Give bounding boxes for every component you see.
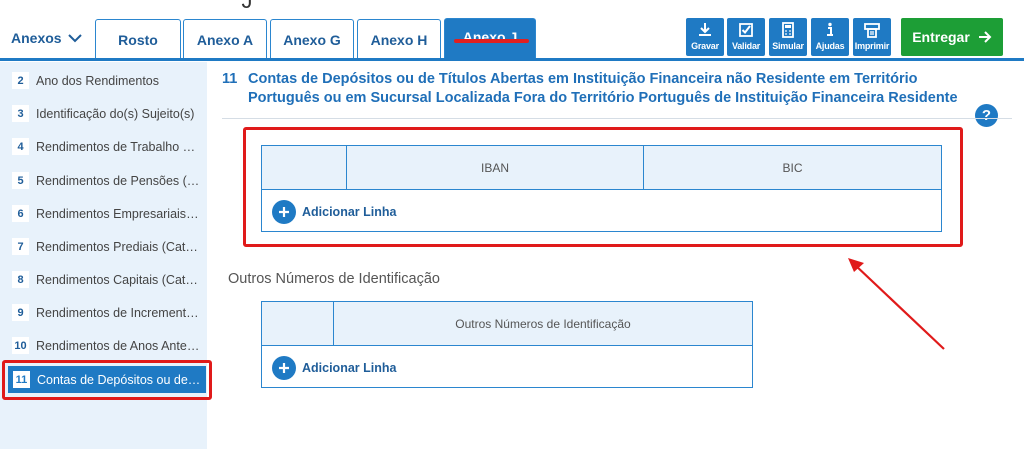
sidebar-item-label: Rendimentos de Anos Anteriores — [36, 338, 201, 353]
tab-anexo-g[interactable]: Anexo G — [270, 19, 354, 59]
sidebar-item-anos-anteriores[interactable]: 10 Rendimentos de Anos Anteriores — [0, 329, 207, 362]
add-row-button[interactable]: Adicionar Linha — [272, 356, 396, 380]
sidebar-item-label: Rendimentos de Trabalho Dependente — [36, 139, 201, 154]
table-annotation-box — [243, 127, 963, 247]
printer-icon — [864, 23, 880, 38]
other-ids-table: Outros Números de Identificação Adiciona… — [261, 301, 753, 388]
item-number: 7 — [12, 238, 29, 255]
tab-label: Anexo A — [196, 31, 254, 48]
subsection-title: Outros Números de Identificação — [228, 271, 440, 287]
sidebar-item-label: Identificação do(s) Sujeito(s) — [36, 106, 195, 121]
sidebar-item-label: Ano dos Rendimentos — [36, 73, 159, 88]
add-row-label: Adicionar Linha — [302, 361, 397, 375]
table-header: Outros Números de Identificação — [262, 302, 752, 346]
ajudas-label: Ajudas — [815, 41, 845, 51]
validar-button[interactable]: Validar — [727, 18, 765, 56]
download-icon — [699, 23, 711, 36]
tab-label: Anexo H — [370, 31, 428, 48]
item-number: 8 — [12, 271, 29, 288]
tab-label: Rosto — [118, 31, 158, 48]
help-icon: ? — [981, 107, 992, 124]
sidebar-item-label: Rendimentos Prediais (Categoria F) — [36, 239, 201, 254]
imprimir-label: Imprimir — [854, 41, 890, 51]
sidebar-item-pensoes[interactable]: 5 Rendimentos de Pensões (Categoria H) — [0, 164, 207, 197]
simular-button[interactable]: Simular — [769, 18, 807, 56]
sidebar-item-empresariais[interactable]: 6 Rendimentos Empresariais e Profissionai… — [0, 197, 207, 230]
sidebar-item-incrementos[interactable]: 9 Rendimentos de Incrementos Patrimoniais — [0, 296, 207, 329]
item-number: 6 — [12, 205, 29, 222]
tab-anexo-h[interactable]: Anexo H — [357, 19, 441, 59]
sidebar-item-label: Rendimentos Capitais (Categoria E) — [36, 272, 201, 287]
plus-icon — [272, 356, 296, 380]
ajudas-button[interactable]: Ajudas — [811, 18, 849, 56]
item-number: 3 — [12, 105, 29, 122]
help-button[interactable]: ? — [975, 104, 998, 127]
tab-rosto[interactable]: Rosto — [95, 19, 181, 59]
item-number: 2 — [12, 72, 29, 89]
item-number: 4 — [12, 138, 29, 155]
column-header-empty — [262, 302, 334, 345]
anexos-dropdown[interactable]: Anexos — [11, 30, 82, 46]
section-number: 11 — [222, 71, 238, 87]
arrow-right-icon — [978, 31, 992, 43]
top-bar: ˆ J Anexos Rosto Anexo A Anexo G Anexo H… — [0, 0, 1024, 62]
imprimir-button[interactable]: Imprimir — [853, 18, 891, 56]
sidebar-item-identificacao[interactable]: 3 Identificação do(s) Sujeito(s) — [0, 97, 207, 130]
info-icon — [827, 22, 833, 36]
entregar-button[interactable]: Entregar — [901, 18, 1003, 56]
item-number: 10 — [12, 337, 29, 354]
sidebar-annotation-box — [2, 360, 212, 400]
validar-label: Validar — [731, 41, 761, 51]
calculator-icon — [782, 22, 794, 38]
item-number: 9 — [12, 304, 29, 321]
section-title-text: Contas de Depósitos ou de Títulos Aberta… — [248, 71, 958, 106]
sidebar-item-capitais[interactable]: 8 Rendimentos Capitais (Categoria E) — [0, 263, 207, 296]
sidebar-item-label: Rendimentos Empresariais e Profissionais — [36, 206, 201, 221]
tab-annotation-underline — [454, 39, 529, 43]
section-divider — [222, 118, 1012, 119]
sidebar-item-trabalho[interactable]: 4 Rendimentos de Trabalho Dependente — [0, 130, 207, 163]
sidebar-item-label: Rendimentos de Incrementos Patrimoniais — [36, 305, 201, 320]
entregar-label: Entregar — [912, 29, 970, 45]
annotation-arrow-icon — [848, 258, 945, 350]
page-title: ˆ J — [228, 0, 253, 13]
column-header-label: Outros Números de Identificação — [455, 316, 631, 331]
anexos-label: Anexos — [11, 30, 62, 46]
tab-label: Anexo G — [283, 31, 341, 48]
sidebar-item-ano-rendimentos[interactable]: 2 Ano dos Rendimentos — [0, 64, 207, 97]
column-header-outros-numeros: Outros Números de Identificação — [334, 302, 752, 345]
sidebar-item-prediais[interactable]: 7 Rendimentos Prediais (Categoria F) — [0, 230, 207, 263]
simular-label: Simular — [772, 41, 804, 51]
item-number: 5 — [12, 172, 29, 189]
gravar-button[interactable]: Gravar — [686, 18, 724, 56]
checkbox-icon — [739, 23, 753, 37]
gravar-label: Gravar — [691, 41, 719, 51]
tab-anexo-a[interactable]: Anexo A — [183, 19, 267, 59]
chevron-down-icon — [67, 34, 82, 43]
sidebar-item-label: Rendimentos de Pensões (Categoria H) — [36, 173, 201, 188]
tabs-baseline — [0, 58, 1024, 61]
